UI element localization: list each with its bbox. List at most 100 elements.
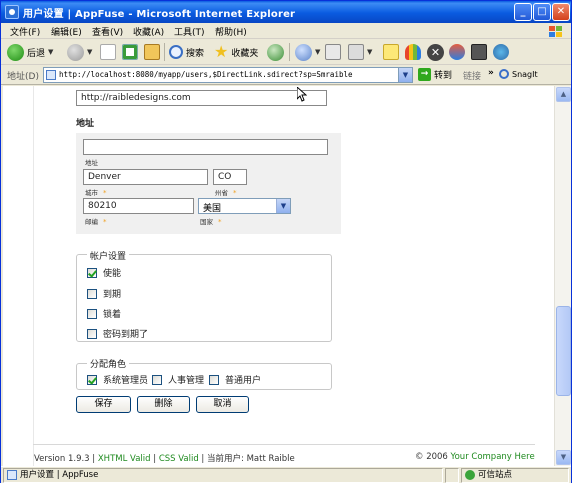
menu-file[interactable]: 文件(F) [10,25,40,38]
cancel-button[interactable]: 取消 [196,396,249,413]
chevron-down-icon[interactable]: ▼ [276,199,290,213]
country-label: 国家 * [200,216,222,226]
zone-label: 可信站点 [478,470,513,480]
messenger-button[interactable] [405,42,421,62]
maximize-button[interactable]: □ [533,3,551,21]
window-title: 用户设置 | AppFuse - Microsoft Internet Expl… [23,9,296,20]
xhtml-valid-link[interactable]: XHTML Valid [98,454,151,464]
checkbox-box[interactable] [87,328,97,339]
checkbox-role-user[interactable]: 普通用户 [209,373,261,386]
checkbox-enabled[interactable]: 使能 [87,266,121,279]
scroll-down-icon[interactable]: ▼ [556,450,571,465]
menu-bar: 文件(F) 编辑(E) 查看(V) 收藏(A) 工具(T) 帮助(H) [1,23,571,39]
back-button[interactable]: 后退 ▼ [7,42,53,62]
street-field[interactable] [83,139,328,155]
discuss-button[interactable] [471,42,487,62]
snagit-label: SnagIt [512,69,538,79]
address-url[interactable]: http://localhost:8080/myapp/users,$Direc… [59,70,353,79]
toolbar-separator [164,43,165,61]
css-valid-link[interactable]: CSS Valid [159,454,199,464]
edit-button[interactable]: ▼ [348,42,372,62]
snagit-button[interactable]: SnagIt [499,69,538,79]
close-button[interactable]: ✕ [552,3,570,21]
company-link[interactable]: Your Company Here [451,452,535,462]
country-select[interactable]: 美国 ▼ [198,198,291,214]
favorites-button[interactable]: ★ 收藏夹 [214,42,258,62]
stop-button[interactable] [100,42,116,62]
city-label: 城市 * [85,187,107,197]
title-bar[interactable]: 用户设置 | AppFuse - Microsoft Internet Expl… [1,1,571,23]
chevron-down-icon[interactable]: ▼ [87,48,92,56]
messenger-icon [405,44,421,60]
go-button[interactable]: → 转到 [418,68,452,81]
refresh-button[interactable] [122,42,138,62]
tools-button[interactable] [493,42,509,62]
print-button[interactable] [325,42,341,62]
note-icon [383,44,399,60]
block-button[interactable]: ✕ [427,42,444,62]
address-input[interactable]: http://localhost:8080/myapp/users,$Direc… [43,67,413,83]
country-label-text: 国家 [200,218,213,226]
footer-current-user: | 当前用户: Matt Raible [198,454,295,464]
required-marker: * [233,189,237,197]
favorites-label: 收藏夹 [231,48,259,59]
note-button[interactable] [383,42,399,62]
checkbox-box[interactable] [87,288,97,299]
chevron-right-icon[interactable]: » [488,68,494,78]
chevron-down-icon[interactable]: ▼ [48,48,53,56]
province-field[interactable]: CO [213,169,247,185]
mail-icon [295,43,312,61]
ie-window: 用户设置 | AppFuse - Microsoft Internet Expl… [0,0,572,483]
menu-edit[interactable]: 编辑(E) [51,25,82,38]
ie-page-icon [5,5,19,19]
delete-button[interactable]: 删除 [137,396,190,413]
go-label: 转到 [434,71,453,81]
footer-sep: | [150,454,159,464]
menu-help[interactable]: 帮助(H) [215,25,247,38]
website-field[interactable]: http://raibledesigns.com [76,90,327,106]
save-button[interactable]: 保存 [76,396,131,413]
toolbar-separator [289,43,290,61]
research-button[interactable] [449,42,465,62]
mail-button[interactable]: ▼ [295,42,320,62]
checkbox-box[interactable] [209,374,219,385]
vertical-scrollbar[interactable]: ▲ ▼ [554,86,571,466]
home-button[interactable] [144,42,160,62]
checkbox-locked[interactable]: 锁着 [87,307,121,320]
back-arrow-icon [7,43,24,61]
checkbox-password-expired[interactable]: 密码到期了 [87,327,148,340]
city-field[interactable]: Denver [83,169,208,185]
history-button[interactable] [267,42,284,62]
links-label[interactable]: 链接 [463,69,481,82]
checkbox-role-hr[interactable]: 人事管理 [152,373,204,386]
checkbox-expired[interactable]: 到期 [87,287,121,300]
scrollbar-thumb[interactable] [556,306,571,396]
minimize-button[interactable]: _ [514,3,532,21]
required-marker: * [218,218,222,226]
footer-left: Version 1.9.3 | XHTML Valid | CSS Valid … [34,452,295,464]
security-zone: 可信站点 [461,468,569,483]
footer-right: © 2006 Your Company Here [415,452,535,462]
checkbox-label: 普通用户 [225,376,262,386]
check-icon [465,469,475,480]
scroll-up-icon[interactable]: ▲ [556,87,571,102]
content-border [33,86,34,466]
postal-field[interactable]: 80210 [83,198,194,214]
menu-tools[interactable]: 工具(T) [174,25,205,38]
menu-view[interactable]: 查看(V) [92,25,123,38]
checkbox-box[interactable] [87,267,97,278]
address-bar: 地址(D) http://localhost:8080/myapp/users,… [1,65,571,85]
chevron-down-icon[interactable]: ▼ [367,48,372,56]
menu-favorites[interactable]: 收藏(A) [133,25,164,38]
checkbox-role-admin[interactable]: 系统管理员 [87,373,148,386]
checkbox-box[interactable] [87,308,97,319]
status-text: 用户设置 | AppFuse [3,468,443,483]
chevron-down-icon[interactable]: ▼ [398,68,412,82]
forward-button[interactable]: ▼ [67,42,92,62]
discuss-icon [471,44,487,60]
checkbox-box[interactable] [87,374,97,385]
status-cell-empty [445,468,459,483]
search-button[interactable]: 搜索 [169,42,204,62]
chevron-down-icon[interactable]: ▼ [315,48,320,56]
checkbox-box[interactable] [152,374,162,385]
